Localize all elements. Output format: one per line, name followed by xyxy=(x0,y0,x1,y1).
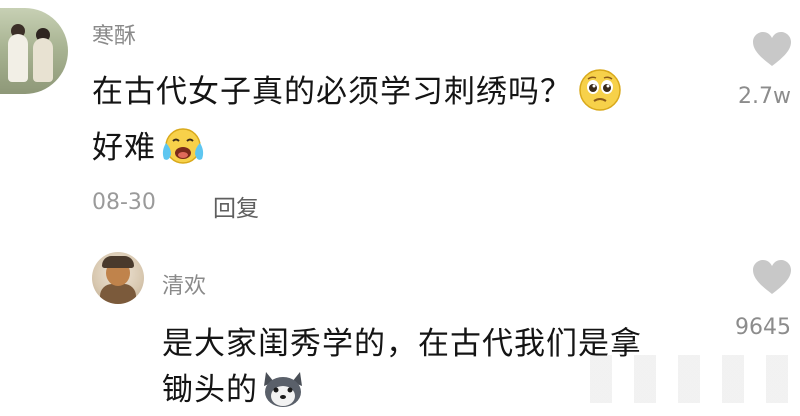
comment-text-line1: 是大家闺秀学的，在古代我们是拿 xyxy=(162,326,642,362)
heart-icon xyxy=(753,260,791,294)
comment-text: 锄头的 xyxy=(162,364,306,416)
avatar-figure xyxy=(102,256,134,268)
avatar-figure xyxy=(100,284,136,304)
heart-icon xyxy=(753,32,791,66)
pleading-face-icon xyxy=(578,68,622,120)
avatar-figure xyxy=(33,38,53,82)
like-count: 2.7w xyxy=(738,84,791,109)
comment-date: 08-30 xyxy=(92,190,156,215)
watermark xyxy=(590,355,800,403)
comment-text: 在古代女子真的必须学习刺绣吗？ xyxy=(92,66,622,120)
avatar[interactable] xyxy=(92,252,144,304)
comment-text-line1: 在古代女子真的必须学习刺绣吗？ xyxy=(92,74,572,110)
like-count: 9645 xyxy=(735,315,791,340)
like-button[interactable] xyxy=(752,260,792,300)
husky-icon xyxy=(260,368,306,416)
crying-face-icon xyxy=(160,126,206,174)
comment-text-line2: 好难 xyxy=(92,130,156,166)
comment-username[interactable]: 清欢 xyxy=(162,268,206,300)
comment-username[interactable]: 寒酥 xyxy=(92,18,136,50)
like-button[interactable] xyxy=(752,32,792,72)
comment-text: 好难 xyxy=(92,122,206,174)
avatar-figure xyxy=(8,34,28,82)
avatar[interactable] xyxy=(0,8,68,94)
reply-button[interactable]: 回复 xyxy=(213,189,259,223)
